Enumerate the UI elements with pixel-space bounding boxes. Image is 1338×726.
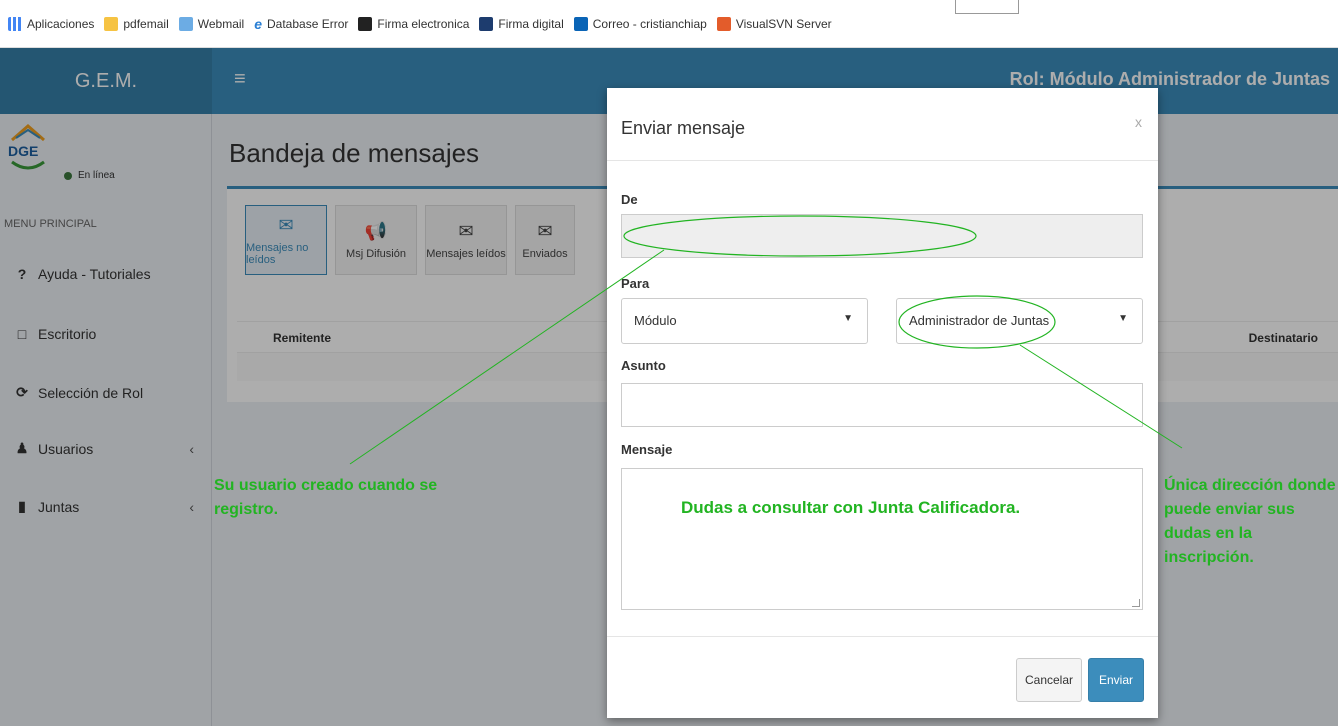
bookmark-label: Firma electronica bbox=[377, 16, 470, 31]
bookmark-firma-digital[interactable]: Firma digital bbox=[479, 16, 564, 31]
recipient-select-value: Administrador de Juntas bbox=[909, 313, 1050, 328]
bookmark-database-error[interactable]: e Database Error bbox=[254, 16, 348, 32]
bookmark-label: Database Error bbox=[267, 16, 349, 31]
module-select[interactable]: Módulo ▼ bbox=[621, 298, 868, 344]
cancel-button[interactable]: Cancelar bbox=[1016, 658, 1082, 702]
bookmark-label: Correo - cristianchiap bbox=[592, 16, 707, 31]
bookmark-webmail[interactable]: Webmail bbox=[178, 16, 245, 31]
argentina-shield-icon bbox=[178, 16, 193, 31]
folder-icon bbox=[104, 16, 119, 31]
apps-icon bbox=[8, 16, 22, 31]
bookmark-visualsvn[interactable]: VisualSVN Server bbox=[716, 16, 832, 31]
php-icon bbox=[479, 16, 494, 31]
annotation-note-message: Dudas a consultar con Junta Calificadora… bbox=[681, 498, 1021, 517]
modal-header-divider bbox=[607, 160, 1158, 161]
bookmark-label: Webmail bbox=[197, 16, 245, 31]
bookmark-correo[interactable]: Correo - cristianchiap bbox=[573, 16, 707, 31]
from-label: De bbox=[621, 192, 638, 207]
tab-edge bbox=[955, 0, 1019, 14]
bookmark-apps[interactable]: Aplicaciones bbox=[8, 16, 95, 31]
caret-down-icon: ▼ bbox=[843, 313, 853, 324]
send-button[interactable]: Enviar bbox=[1088, 658, 1144, 702]
bookmark-label: Aplicaciones bbox=[27, 16, 95, 31]
visualsvn-icon bbox=[716, 16, 731, 31]
ie-icon: e bbox=[254, 15, 262, 32]
modal-title: Enviar mensaje bbox=[621, 118, 746, 138]
outlook-icon bbox=[573, 16, 588, 31]
bookmark-label: Firma digital bbox=[498, 16, 564, 31]
module-select-value: Módulo bbox=[634, 313, 677, 328]
resize-handle-icon[interactable] bbox=[1132, 599, 1140, 607]
caret-down-icon: ▼ bbox=[1118, 313, 1128, 324]
to-label: Para bbox=[621, 276, 650, 291]
annotation-note-user: Su usuario creado cuando se registro. bbox=[214, 477, 438, 518]
github-icon bbox=[358, 16, 373, 31]
annotation-note-recipient: Única dirección donde puede enviar sus d… bbox=[1164, 477, 1336, 566]
bookmarks-bar: Aplicaciones pdfemail Webmail e Database … bbox=[0, 0, 1338, 48]
from-field bbox=[621, 214, 1143, 258]
message-label: Mensaje bbox=[621, 442, 673, 457]
subject-input[interactable] bbox=[621, 383, 1143, 427]
bookmark-firma-electronica[interactable]: Firma electronica bbox=[358, 16, 470, 31]
bookmark-label: VisualSVN Server bbox=[735, 16, 832, 31]
subject-label: Asunto bbox=[621, 358, 666, 373]
send-message-modal: Enviar mensaje x De Para Módulo ▼ Adminis… bbox=[607, 88, 1158, 718]
bookmark-label: pdfemail bbox=[123, 16, 169, 31]
close-icon[interactable]: x bbox=[1135, 114, 1142, 130]
recipient-select[interactable]: Administrador de Juntas ▼ bbox=[896, 298, 1143, 344]
modal-footer-divider bbox=[607, 636, 1158, 637]
bookmark-pdfemail[interactable]: pdfemail bbox=[104, 16, 169, 31]
message-textarea[interactable] bbox=[621, 468, 1143, 610]
